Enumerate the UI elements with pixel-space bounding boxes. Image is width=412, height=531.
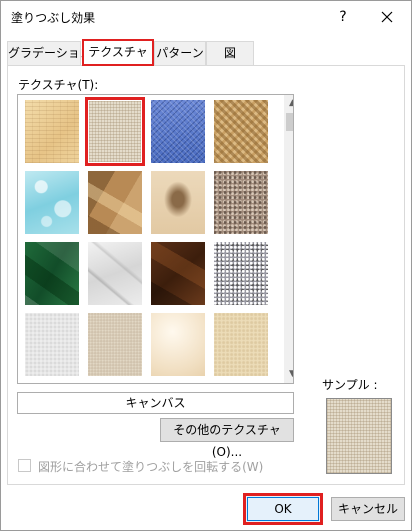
ok-button[interactable]: OK <box>243 493 323 525</box>
texture-option[interactable] <box>22 239 82 308</box>
papyrus-texture-icon <box>25 100 79 163</box>
scroll-thumb[interactable] <box>286 113 293 131</box>
texture-tab-panel: テクスチャ(T): ▲ ▼ キャンバス その他のテクスチャ(O)... 図形に合… <box>7 65 405 485</box>
stucco-texture-icon <box>88 313 142 376</box>
texture-option[interactable] <box>211 168 271 237</box>
tab-gradient[interactable]: グラデーション <box>7 41 92 65</box>
woven-mat-texture-icon <box>214 100 268 163</box>
title-bar: 塗りつぶし効果 ? <box>1 1 411 33</box>
texture-option[interactable] <box>85 168 145 237</box>
close-button[interactable] <box>369 3 405 31</box>
denim-texture-icon <box>151 100 205 163</box>
texture-option[interactable] <box>148 310 208 379</box>
white-marble-texture-icon <box>88 242 142 305</box>
tab-strip: グラデーション テクスチャ パターン 図 <box>1 39 411 67</box>
tab-pattern[interactable]: パターン <box>154 41 206 65</box>
sample-preview <box>326 398 392 474</box>
recycled-paper-texture-icon <box>25 313 79 376</box>
texture-option[interactable] <box>22 168 82 237</box>
rotate-with-shape-checkbox[interactable] <box>18 459 31 472</box>
crumpled-paper-texture-icon <box>88 171 142 234</box>
gallery-scrollbar[interactable]: ▲ ▼ <box>284 95 293 383</box>
fill-effects-dialog: 塗りつぶし効果 ? グラデーション テクスチャ パターン 図 テクスチャ(T):… <box>0 0 412 531</box>
cancel-button[interactable]: キャンセル <box>331 497 405 521</box>
dialog-title: 塗りつぶし効果 <box>11 11 96 25</box>
water-droplets-texture-icon <box>25 171 79 234</box>
granite-texture-icon <box>214 171 268 234</box>
texture-option[interactable] <box>148 97 208 166</box>
texture-option[interactable] <box>85 239 145 308</box>
texture-label: テクスチャ(T): <box>18 78 99 92</box>
help-button[interactable]: ? <box>327 3 359 31</box>
texture-option[interactable] <box>22 310 82 379</box>
close-icon <box>381 11 393 23</box>
brown-marble-texture-icon <box>151 242 205 305</box>
gravel-texture-icon <box>214 242 268 305</box>
texture-option[interactable] <box>148 168 208 237</box>
selected-texture-name: キャンバス <box>17 392 294 414</box>
tab-texture[interactable]: テクスチャ <box>82 39 154 66</box>
texture-option[interactable] <box>211 239 271 308</box>
green-marble-texture-icon <box>25 242 79 305</box>
ok-button-label: OK <box>247 497 319 521</box>
scroll-down-arrow-icon[interactable]: ▼ <box>284 366 293 383</box>
parchment-texture-icon <box>151 313 205 376</box>
canvas-texture-icon <box>89 101 141 162</box>
scroll-up-arrow-icon[interactable]: ▲ <box>284 95 293 112</box>
texture-option[interactable] <box>85 97 145 166</box>
sand-texture-icon <box>214 313 268 376</box>
fossil-texture-icon <box>151 171 205 234</box>
rotate-with-shape-label: 図形に合わせて塗りつぶしを回転する(W) <box>38 460 264 474</box>
texture-option[interactable] <box>85 310 145 379</box>
other-textures-button[interactable]: その他のテクスチャ(O)... <box>160 418 294 459</box>
texture-option[interactable] <box>211 97 271 166</box>
tab-picture[interactable]: 図 <box>206 41 254 65</box>
texture-gallery: ▲ ▼ <box>17 94 294 384</box>
texture-option[interactable] <box>148 239 208 308</box>
texture-option[interactable] <box>211 310 271 379</box>
texture-option[interactable] <box>22 97 82 166</box>
sample-label: サンプル : <box>322 378 378 392</box>
